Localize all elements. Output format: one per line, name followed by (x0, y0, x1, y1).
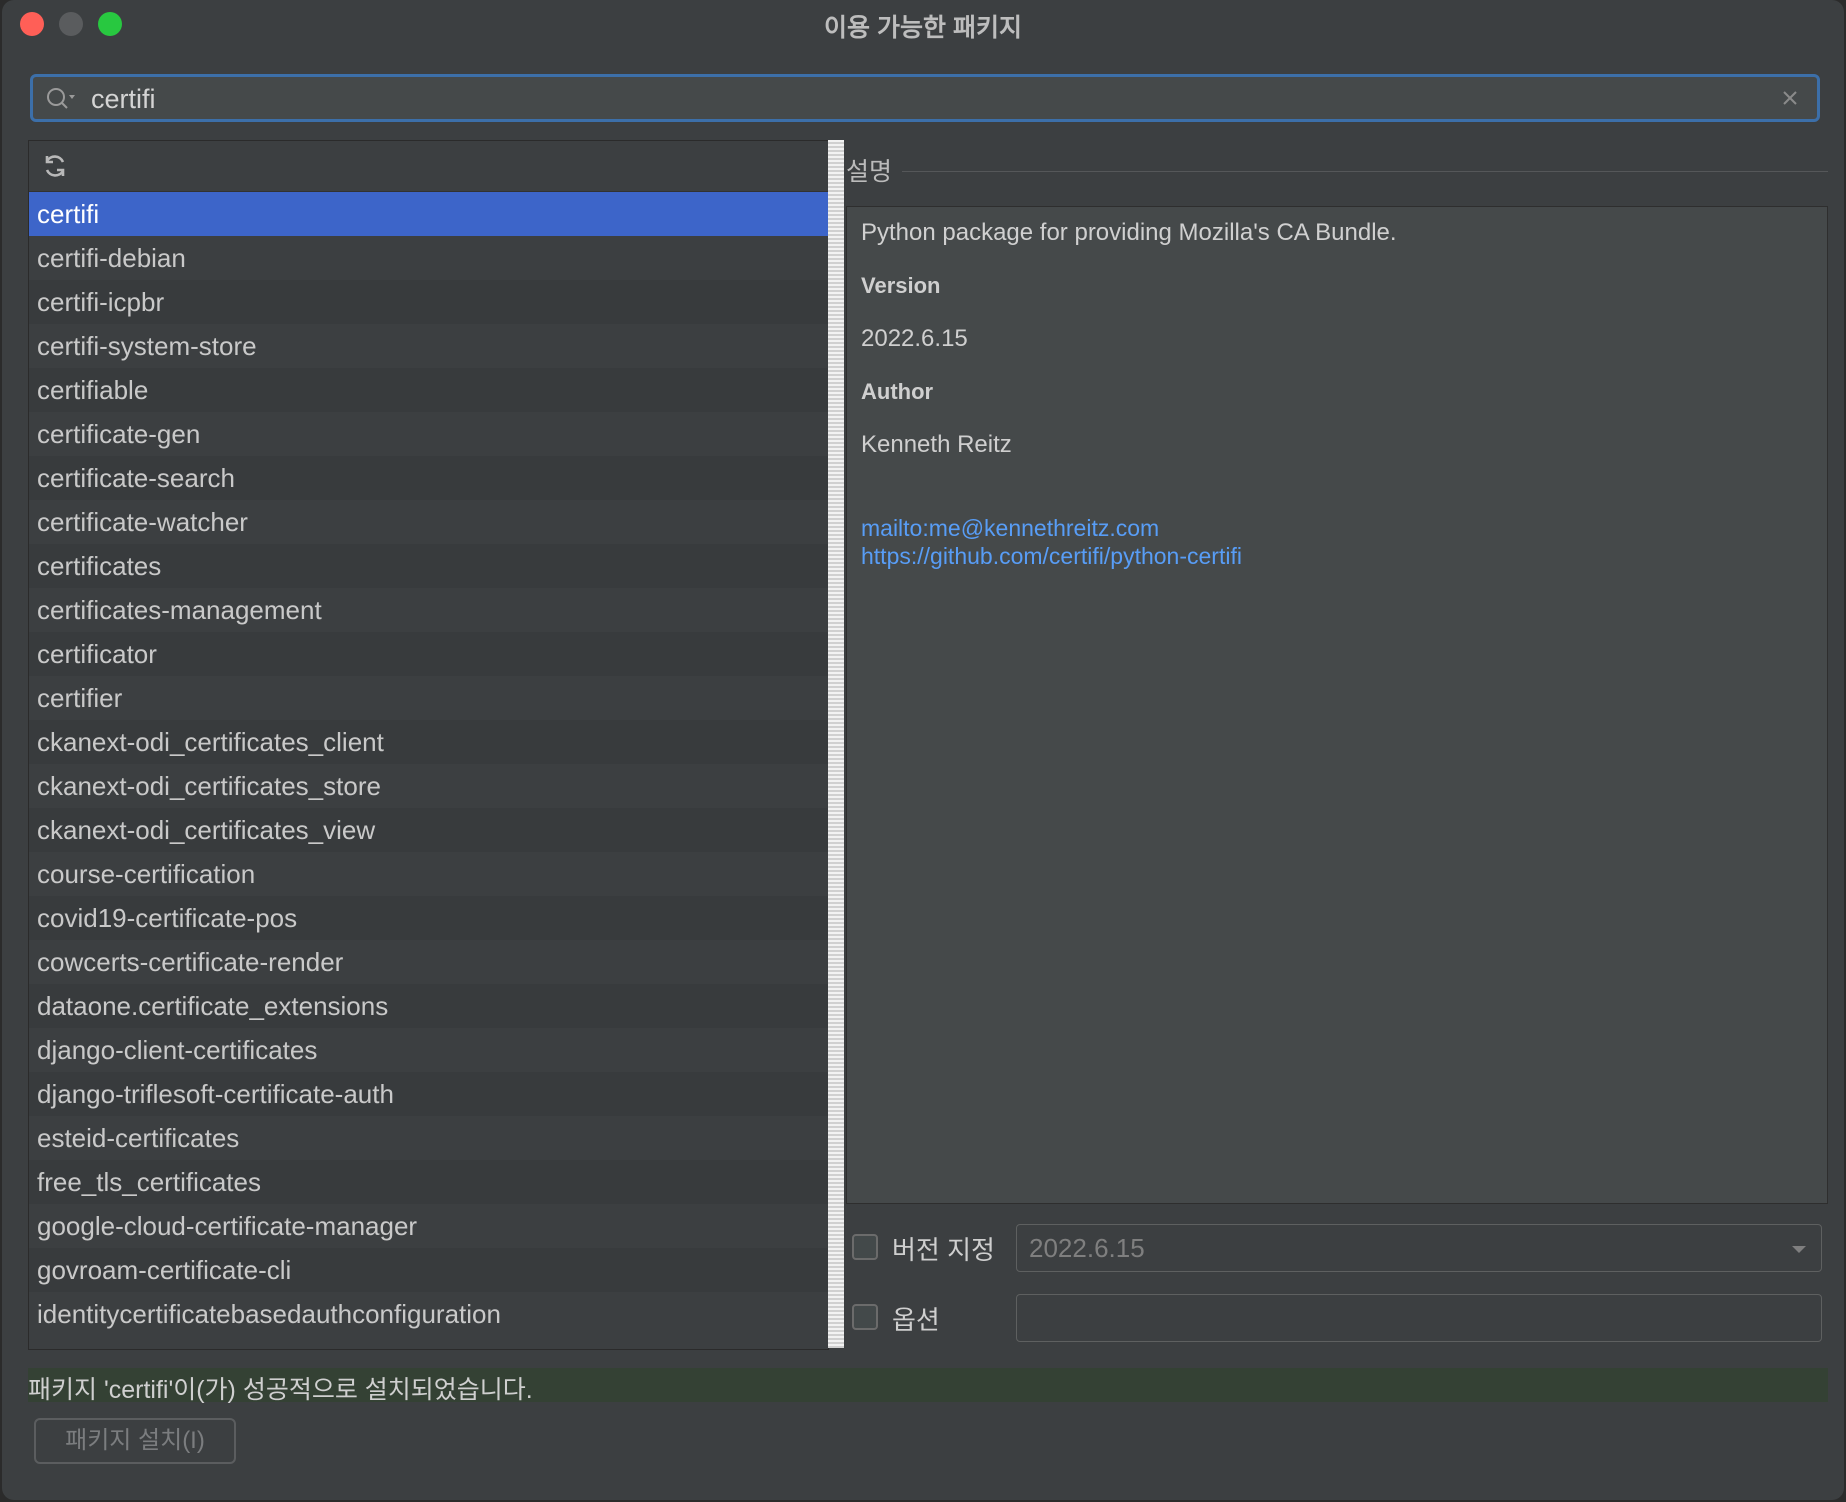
options-input[interactable] (1016, 1294, 1822, 1342)
package-list-item[interactable]: certifiable (29, 368, 828, 412)
package-list-item[interactable]: certificates-management (29, 588, 828, 632)
title-bar: 이용 가능한 패키지 (2, 0, 1844, 46)
package-list-item[interactable]: google-cloud-certificate-manager (29, 1204, 828, 1248)
package-summary: Python package for providing Mozilla's C… (861, 219, 1397, 246)
window-title: 이용 가능한 패키지 (824, 14, 1022, 42)
author-value: Kenneth Reitz (861, 431, 1012, 458)
package-list-item[interactable]: certificate-search (29, 456, 828, 500)
email-link[interactable]: mailto:me@kennethreitz.com (861, 515, 1159, 542)
package-list: certifi certifi-debian certifi-icpbr certif… (29, 192, 828, 1336)
install-package-button[interactable]: 패키지 설치(I) (34, 1418, 236, 1464)
package-list-item[interactable]: certificate-gen (29, 412, 828, 456)
specify-version-checkbox[interactable] (852, 1234, 878, 1260)
package-list-item[interactable]: esteid-certificates (29, 1116, 828, 1160)
panel-splitter[interactable] (828, 140, 844, 1348)
package-list-item[interactable]: certifi-icpbr (29, 280, 828, 324)
package-list-item[interactable]: django-client-certificates (29, 1028, 828, 1072)
package-list-item[interactable]: free_tls_certificates (29, 1160, 828, 1204)
search-box[interactable] (30, 74, 1820, 122)
search-input[interactable] (89, 83, 1733, 115)
package-list-item[interactable]: django-triflesoft-certificate-auth (29, 1072, 828, 1116)
clear-search-icon[interactable] (1779, 87, 1801, 109)
options-checkbox[interactable] (852, 1304, 878, 1330)
package-list-item[interactable]: certifi-system-store (29, 324, 828, 368)
package-list-item[interactable]: ckanext-odi_certificates_store (29, 764, 828, 808)
author-label: Author (861, 379, 934, 404)
homepage-link[interactable]: https://github.com/certifi/python-certif… (861, 543, 1242, 570)
package-list-item[interactable]: cowcerts-certificate-render (29, 940, 828, 984)
version-select[interactable]: 2022.6.15 (1016, 1224, 1822, 1272)
list-toolbar (29, 141, 828, 192)
package-list-item[interactable]: certificate-watcher (29, 500, 828, 544)
version-select-value: 2022.6.15 (1029, 1233, 1145, 1263)
package-list-item[interactable]: dataone.certificate_extensions (29, 984, 828, 1028)
options-label: 옵션 (892, 1305, 940, 1335)
package-list-item[interactable]: covid19-certificate-pos (29, 896, 828, 940)
refresh-icon[interactable] (41, 152, 69, 180)
package-list-item[interactable]: certificates (29, 544, 828, 588)
description-panel: Python package for providing Mozilla's C… (846, 206, 1828, 1204)
version-value: 2022.6.15 (861, 325, 968, 352)
package-list-item[interactable]: certificator (29, 632, 828, 676)
package-list-panel: certifi certifi-debian certifi-icpbr certif… (28, 140, 829, 1350)
status-message: 패키지 'certifi'이(가) 성공적으로 설치되었습니다. (28, 1376, 533, 1404)
status-bar: 패키지 'certifi'이(가) 성공적으로 설치되었습니다. (28, 1368, 1828, 1404)
version-label: Version (861, 273, 941, 298)
package-list-item[interactable]: certifi-debian (29, 236, 828, 280)
chevron-down-icon (1792, 1246, 1806, 1253)
package-dialog: 이용 가능한 패키지 certificertifi-debiancertifi-… (2, 0, 1844, 1500)
description-header: 설명 (846, 158, 893, 186)
specify-version-label: 버전 지정 (892, 1235, 995, 1265)
description-divider (902, 171, 1828, 172)
package-list-item[interactable]: certifi (29, 192, 828, 236)
package-list-item[interactable]: course-certification (29, 852, 828, 896)
package-list-item[interactable]: certifier (29, 676, 828, 720)
package-list-item[interactable]: identitycertificatebasedauthconfiguratio… (29, 1292, 828, 1336)
package-list-item[interactable]: ckanext-odi_certificates_client (29, 720, 828, 764)
search-icon[interactable] (45, 86, 79, 112)
package-list-item[interactable]: govroam-certificate-cli (29, 1248, 828, 1292)
package-list-item[interactable]: ckanext-odi_certificates_view (29, 808, 828, 852)
